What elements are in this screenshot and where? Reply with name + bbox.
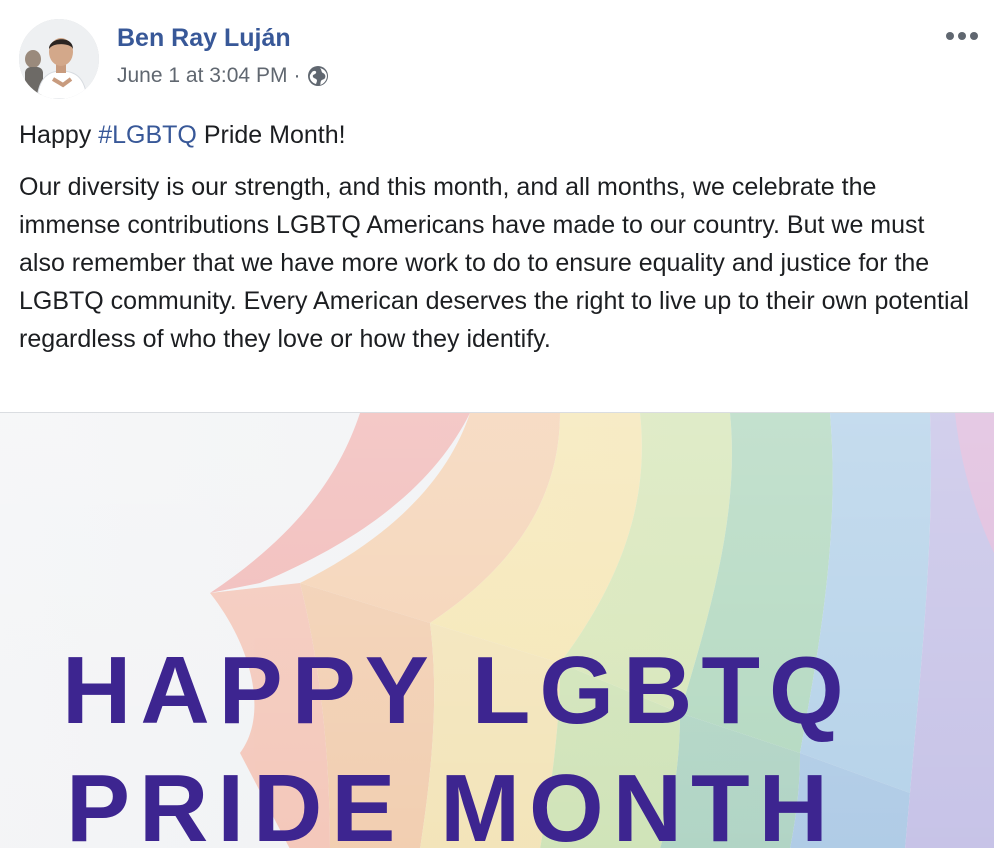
greeting-prefix: Happy	[19, 121, 99, 149]
post-header: Ben Ray Luján June 1 at 3:04 PM ·	[0, 0, 994, 110]
more-options-icon[interactable]	[940, 22, 984, 50]
author-avatar[interactable]	[19, 19, 99, 99]
globe-icon[interactable]	[306, 64, 330, 88]
greeting-suffix: Pride Month!	[196, 121, 346, 149]
post-meta: June 1 at 3:04 PM ·	[117, 64, 330, 88]
post-body: Happy #LGBTQ Pride Month! Our diversity …	[19, 116, 974, 358]
image-headline-line1: HAPPY LGBTQ	[62, 637, 853, 744]
avatar-photo	[19, 19, 99, 99]
image-headline-line2: PRIDE MONTH	[66, 755, 837, 848]
facebook-post: Ben Ray Luján June 1 at 3:04 PM · Happy …	[0, 0, 994, 848]
post-paragraph: Our diversity is our strength, and this …	[19, 173, 969, 353]
hashtag-link[interactable]: #LGBTQ	[98, 121, 197, 149]
author-name-link[interactable]: Ben Ray Luján	[117, 24, 291, 53]
post-timestamp-link[interactable]: June 1 at 3:04 PM	[117, 64, 287, 88]
post-image[interactable]: HAPPY LGBTQ PRIDE MONTH	[0, 412, 994, 848]
meta-separator: ·	[293, 64, 301, 87]
post-greeting: Happy #LGBTQ Pride Month!	[19, 116, 974, 154]
